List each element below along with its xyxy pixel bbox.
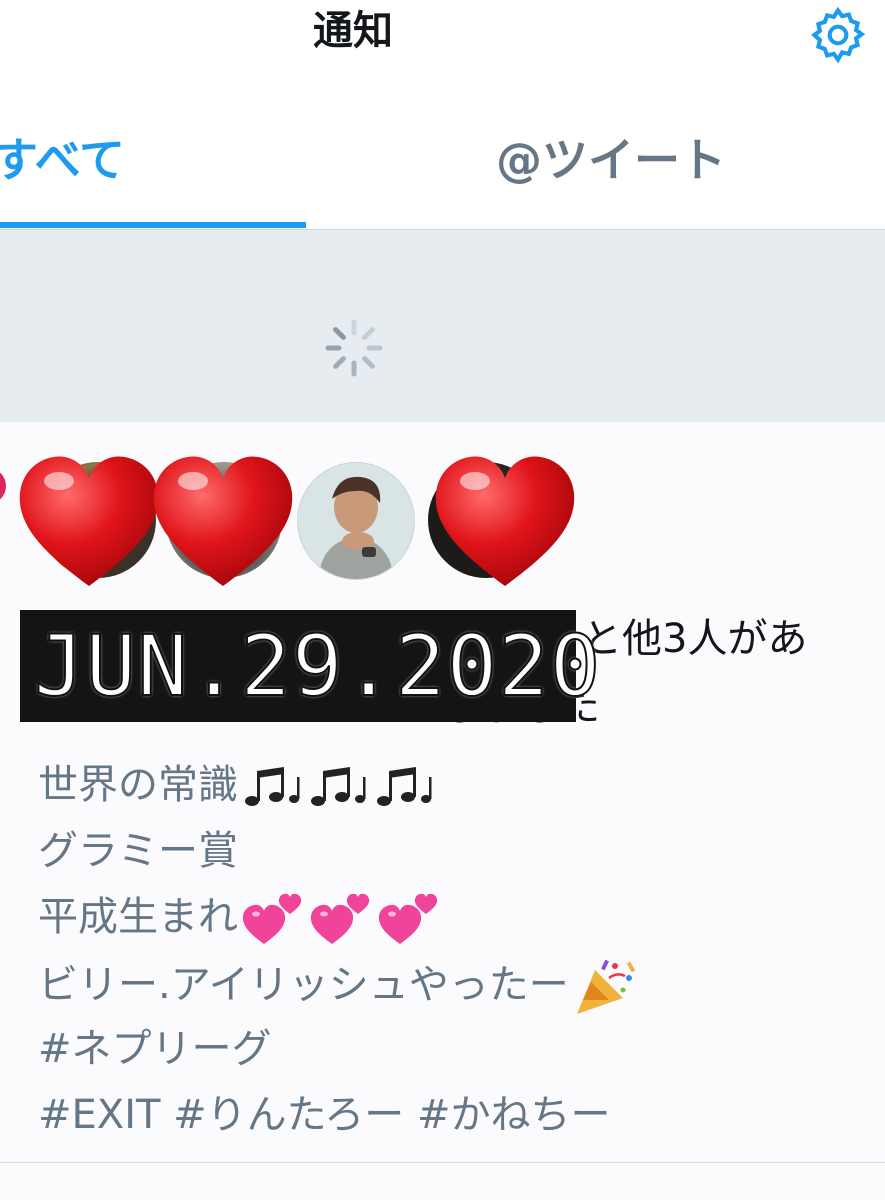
tweet-line: #ネプリーグ xyxy=(38,1026,272,1072)
page-title: 通知 xyxy=(313,8,393,54)
heart-sticker xyxy=(19,456,159,586)
tab-bar: すべて @ツイート xyxy=(0,70,885,228)
tweet-text: 平成生まれ xyxy=(38,894,238,940)
avatar[interactable] xyxy=(297,462,415,580)
tweet-line: 平成生まれ xyxy=(38,890,442,948)
person-photo xyxy=(298,463,414,579)
top-bar: 通知 xyxy=(0,0,885,70)
heart-icon xyxy=(0,472,6,500)
tab-all[interactable]: すべて xyxy=(0,130,125,190)
two-hearts-icon xyxy=(242,893,438,944)
heart-sticker xyxy=(153,456,293,586)
tweet-line: グラミー賞 xyxy=(38,828,238,874)
tweet-text: 世界の常識 xyxy=(38,762,238,808)
divider xyxy=(0,1162,885,1163)
tab-mentions[interactable]: @ツイート xyxy=(496,130,726,190)
notification-text: と他3人があ xyxy=(582,616,808,662)
spinner-icon xyxy=(325,319,383,377)
tweet-text: ビリー.アイリッシュやったー xyxy=(38,962,569,1008)
date-stamp: JUN.29.2020 xyxy=(33,617,602,715)
music-notes-icon xyxy=(245,767,432,806)
tweet-line: 世界の常識 xyxy=(38,758,442,812)
loading-area xyxy=(0,229,885,423)
tweet-line: ビリー.アイリッシュやったー xyxy=(38,956,637,1018)
heart-sticker xyxy=(435,456,575,586)
party-popper-icon xyxy=(576,959,635,1014)
tab-indicator xyxy=(0,222,306,228)
gear-icon[interactable] xyxy=(807,4,869,66)
tweet-line: #EXIT #りんたろー #かねちー xyxy=(38,1092,611,1138)
